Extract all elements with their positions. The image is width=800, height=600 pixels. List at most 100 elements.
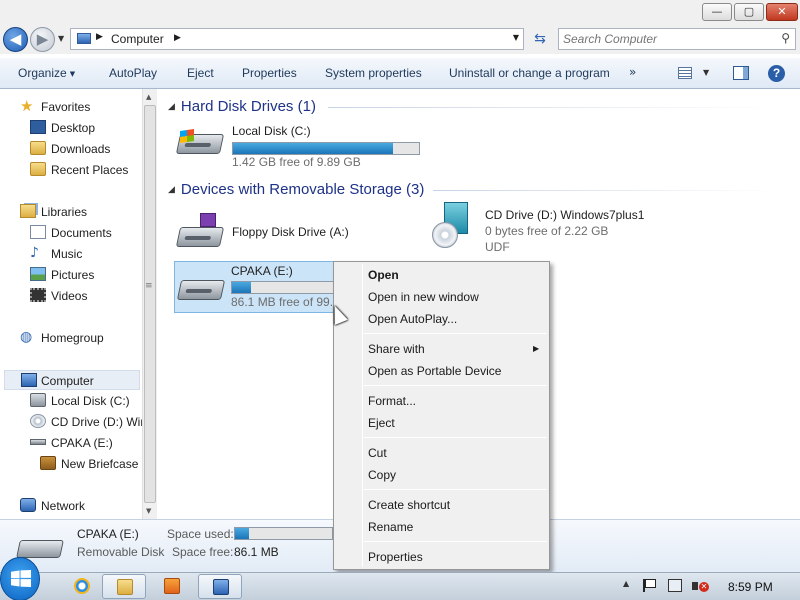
- floppy-drive-icon: [175, 213, 225, 253]
- breadcrumb-computer[interactable]: Computer: [111, 32, 164, 46]
- menu-item-rename[interactable]: Rename: [368, 520, 413, 534]
- submenu-arrow-icon: ▶: [533, 344, 540, 353]
- nav-label: Pictures: [51, 268, 95, 282]
- close-button[interactable]: ✕: [766, 3, 798, 21]
- windows-logo-icon: [20, 570, 31, 587]
- menu-item-share-with[interactable]: Share with: [368, 342, 425, 356]
- menu-separator: [364, 489, 547, 490]
- group-title: Hard Disk Drives (1): [180, 98, 316, 115]
- menu-item-copy[interactable]: Copy: [368, 468, 396, 482]
- drive-local-c[interactable]: Local Disk (C:) 1.42 GB free of 9.89 GB: [175, 124, 426, 170]
- nav-label: Recent Places: [51, 163, 129, 177]
- network-status-icon[interactable]: [668, 579, 682, 592]
- drive-floppy-a[interactable]: Floppy Disk Drive (A:): [175, 213, 396, 257]
- group-title: Devices with Removable Storage (3): [180, 181, 425, 198]
- nav-computer[interactable]: Computer: [4, 370, 140, 390]
- help-icon[interactable]: ?: [768, 65, 785, 82]
- taskbar-explorer[interactable]: [102, 574, 146, 599]
- volume-muted-icon[interactable]: ✕: [692, 579, 709, 593]
- menu-separator: [364, 333, 547, 334]
- autoplay-button[interactable]: AutoPlay: [109, 66, 157, 80]
- menu-item-open-autoplay[interactable]: Open AutoPlay...: [368, 312, 457, 326]
- drive-usage-fill: [233, 143, 393, 154]
- navigation-pane: ★ Favorites Desktop Downloads Recent Plac…: [0, 89, 157, 519]
- menu-item-open-portable-device[interactable]: Open as Portable Device: [368, 364, 501, 378]
- divider: [328, 107, 778, 108]
- nav-label: Videos: [51, 289, 88, 303]
- organize-label: Organize: [18, 66, 67, 80]
- drive-usage-bar: [232, 142, 420, 155]
- minimize-button[interactable]: —: [702, 3, 732, 21]
- breadcrumb-separator-icon[interactable]: ▶: [96, 32, 103, 42]
- removable-drive-icon: [30, 439, 46, 445]
- system-properties-button[interactable]: System properties: [325, 66, 422, 80]
- eject-button[interactable]: Eject: [187, 66, 214, 80]
- menu-item-open[interactable]: Open: [368, 268, 399, 282]
- taskbar-remote-desktop[interactable]: [198, 574, 242, 599]
- nav-scrollbar[interactable]: ▲ ≡ ▼: [142, 89, 157, 519]
- drive-name: Local Disk (C:): [232, 124, 311, 138]
- view-options-dropdown[interactable]: ▼: [703, 68, 709, 77]
- menu-item-format[interactable]: Format...: [368, 394, 416, 408]
- collapse-icon[interactable]: ◢: [168, 102, 175, 112]
- menu-item-open-new-window[interactable]: Open in new window: [368, 290, 479, 304]
- details-drive-type: Removable Disk: [77, 545, 165, 559]
- maximize-button[interactable]: ▢: [734, 3, 764, 21]
- forward-button[interactable]: ▶: [30, 27, 55, 52]
- menu-item-eject[interactable]: Eject: [368, 416, 395, 430]
- menu-item-cut[interactable]: Cut: [368, 446, 387, 460]
- hard-drive-icon: [175, 124, 225, 164]
- start-button[interactable]: [0, 557, 40, 600]
- uninstall-program-button[interactable]: Uninstall or change a program: [449, 66, 610, 80]
- preview-pane-icon[interactable]: [733, 66, 749, 80]
- menu-gutter: [362, 264, 363, 567]
- properties-button[interactable]: Properties: [242, 66, 297, 80]
- briefcase-icon: [40, 456, 56, 470]
- network-icon: [20, 498, 36, 512]
- drive-filesystem: UDF: [485, 240, 510, 254]
- address-dropdown-icon[interactable]: ▼: [513, 33, 519, 42]
- cd-drive-icon: [30, 414, 46, 428]
- group-header-removable[interactable]: ◢ Devices with Removable Storage (3): [168, 181, 424, 198]
- nav-label: Desktop: [51, 121, 96, 135]
- libraries-icon: [20, 204, 36, 218]
- collapse-icon[interactable]: ◢: [168, 185, 175, 195]
- scroll-thumb[interactable]: [144, 105, 156, 503]
- details-drive-name: CPAKA (E:): [77, 527, 139, 541]
- space-free-label: Space free:: [172, 545, 234, 559]
- scroll-down-icon[interactable]: ▼: [146, 507, 151, 515]
- recent-pages-dropdown[interactable]: ▼: [58, 34, 64, 43]
- breadcrumb-separator-icon[interactable]: ▶: [174, 33, 181, 43]
- change-view-icon[interactable]: [678, 67, 692, 79]
- show-hidden-icons-icon[interactable]: ▲: [623, 579, 629, 588]
- organize-button[interactable]: Organize ▼: [18, 66, 75, 80]
- drive-cd-d[interactable]: CD Drive (D:) Windows7plus1 0 bytes free…: [430, 202, 670, 256]
- taskbar-clock[interactable]: 8:59 PM: [728, 580, 773, 594]
- group-header-hard-disk[interactable]: ◢ Hard Disk Drives (1): [168, 98, 316, 115]
- space-used-bar: [234, 527, 333, 540]
- media-player-icon: [164, 578, 180, 594]
- drive-usage-fill: [232, 282, 252, 293]
- drive-free-space: 0 bytes free of 2.22 GB: [485, 224, 609, 238]
- menu-item-create-shortcut[interactable]: Create shortcut: [368, 498, 450, 512]
- taskbar-internet-explorer[interactable]: [60, 574, 104, 599]
- search-box[interactable]: ⚲: [558, 28, 796, 50]
- scroll-grip-icon: ≡: [145, 281, 153, 291]
- space-used-fill: [235, 528, 249, 539]
- menu-item-properties[interactable]: Properties: [368, 550, 423, 564]
- nav-label: Music: [51, 247, 83, 261]
- refresh-icon[interactable]: ⇆: [527, 29, 553, 51]
- search-input[interactable]: [563, 31, 773, 47]
- nav-label: Documents: [51, 226, 112, 240]
- back-button[interactable]: ◀: [3, 27, 28, 52]
- recent-places-icon: [30, 162, 46, 176]
- address-bar[interactable]: ▶ Computer ▶ ▼: [70, 28, 524, 50]
- removable-drive-icon: [16, 540, 64, 558]
- nav-label: Local Disk (C:): [51, 394, 130, 408]
- more-commands-button[interactable]: »: [629, 65, 636, 79]
- taskbar-media-player[interactable]: [150, 574, 194, 599]
- action-center-flag-icon[interactable]: [643, 579, 656, 592]
- search-icon[interactable]: ⚲: [781, 31, 790, 45]
- scroll-up-icon[interactable]: ▲: [146, 93, 151, 101]
- pictures-icon: [30, 267, 46, 281]
